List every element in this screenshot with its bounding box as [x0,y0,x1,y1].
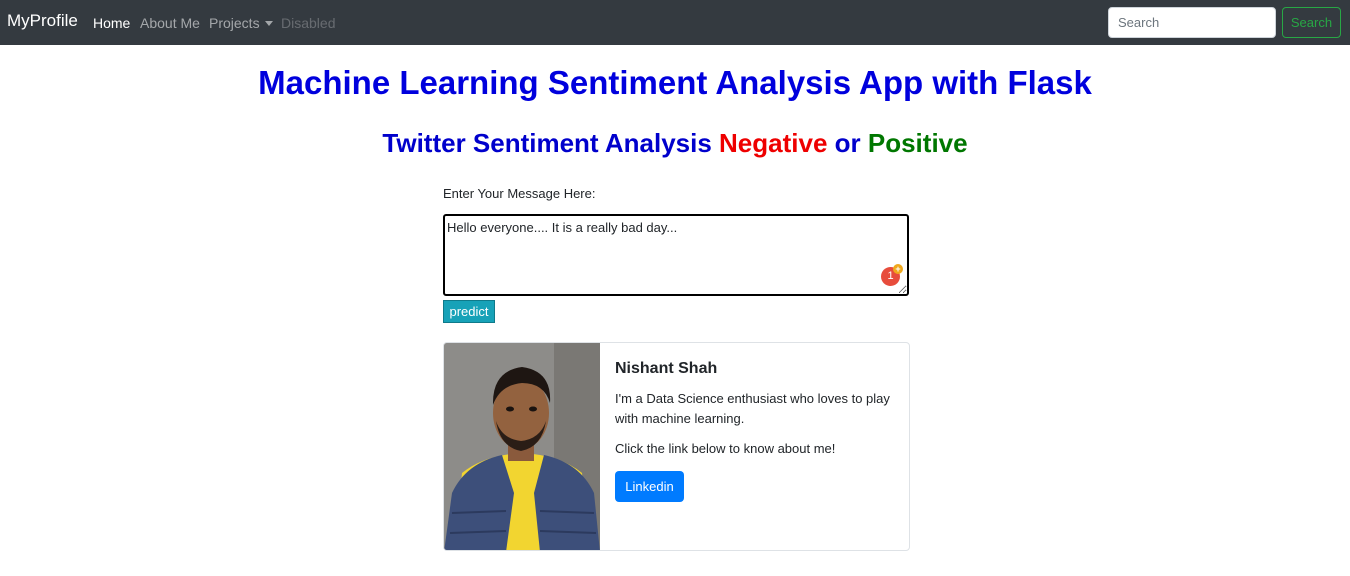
linkedin-button[interactable]: Linkedin [615,471,684,502]
nav-projects-label: Projects [209,15,260,31]
message-textarea[interactable]: Hello everyone.... It is a really bad da… [443,214,909,296]
predict-button[interactable]: predict [443,300,495,323]
search-button[interactable]: Search [1282,7,1341,38]
subtitle-or: or [827,128,868,158]
brand-link[interactable]: MyProfile [7,11,78,31]
message-label: Enter Your Message Here: [443,186,596,201]
subtitle-prefix: Twitter Sentiment Analysis [382,128,720,158]
profile-cta: Click the link below to know about me! [615,441,836,456]
profile-photo-illustration [444,343,600,550]
page-title: Machine Learning Sentiment Analysis App … [258,64,1092,101]
negative-label: Negative [719,128,828,158]
chevron-down-icon [264,20,273,26]
nav-disabled: Disabled [281,15,336,31]
search-input[interactable] [1108,7,1276,38]
profile-card: Nishant Shah I'm a Data Science enthusia… [443,342,910,551]
plus-icon: + [893,264,903,274]
nav-projects-dropdown[interactable]: Projects [209,15,273,31]
navbar: MyProfile Home About Me Projects Disable… [0,0,1350,45]
profile-photo [444,343,600,550]
profile-name: Nishant Shah [615,360,718,377]
profile-bio: I'm a Data Science enthusiast who loves … [615,391,890,426]
positive-label: Positive [867,128,968,158]
page-subtitle: Twitter Sentiment Analysis Negative or P… [0,128,1350,159]
nav-home[interactable]: Home [93,15,130,31]
nav-about-me[interactable]: About Me [140,15,200,31]
